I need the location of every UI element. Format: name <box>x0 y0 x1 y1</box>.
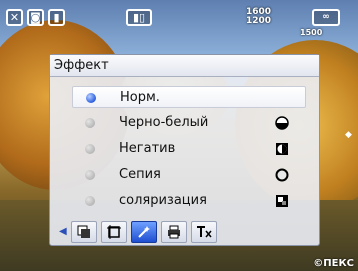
option-label: соляризация <box>119 193 207 208</box>
watermark: ©ПЕКС <box>313 258 354 269</box>
effect-option-solarization[interactable]: соляризация <box>72 190 306 212</box>
print-tab-icon[interactable] <box>161 221 187 243</box>
camera-mode-icon[interactable]: ◙ <box>27 8 44 26</box>
radio-icon <box>85 170 95 180</box>
effect-option-sepia[interactable]: Сепия <box>72 164 306 186</box>
half-circle-icon <box>275 116 289 130</box>
option-label: Черно-белый <box>119 115 209 130</box>
option-label: Негатив <box>119 141 176 156</box>
effect-option-negative[interactable]: Негатив <box>72 138 306 160</box>
negative-icon <box>276 143 288 155</box>
status-bar-right: ∞ <box>312 4 344 30</box>
status-bar-left: ✕ ◙ ▮ <box>6 4 69 30</box>
menu-title: Эффект <box>50 55 319 77</box>
toolbar-tabs: ◀ <box>59 221 309 243</box>
display-icon[interactable]: ▮ <box>48 8 65 26</box>
sepia-ring-icon <box>275 168 289 182</box>
effect-wand-icon[interactable] <box>131 221 157 243</box>
resolution-height: 1200 <box>246 16 272 26</box>
resolution-icon: 1600 1200 <box>246 8 271 26</box>
radio-icon <box>85 118 95 128</box>
text-size-icon[interactable] <box>191 221 217 243</box>
scroll-left-icon[interactable]: ◀ <box>59 226 67 237</box>
shots-remaining-icon: ∞ <box>312 8 340 26</box>
effect-menu: Эффект Норм. Черно-белый Негатив Сепия с… <box>49 54 320 246</box>
radio-selected-icon <box>86 93 96 103</box>
radio-icon <box>85 196 95 206</box>
option-label: Сепия <box>119 167 161 182</box>
battery-icon: ▮▯ <box>126 8 152 26</box>
shots-remaining: 1500 <box>300 28 323 37</box>
solarize-icon <box>276 195 288 207</box>
camera-viewfinder: ✕ ◙ ▮ ▮▯ 1600 1200 ∞ 1500 Эффект Норм. Ч… <box>0 0 358 271</box>
option-label: Норм. <box>120 90 160 105</box>
effect-option-normal[interactable]: Норм. <box>72 86 306 108</box>
status-bar-resolution: 1600 1200 <box>246 4 271 30</box>
radio-icon <box>85 144 95 154</box>
frame-tab-icon[interactable] <box>71 221 97 243</box>
side-marker-icon: ◆ <box>345 130 352 140</box>
effect-option-black-white[interactable]: Черно-белый <box>72 112 306 134</box>
crop-tab-icon[interactable] <box>101 221 127 243</box>
close-icon[interactable]: ✕ <box>6 8 23 26</box>
status-bar-center: ▮▯ <box>126 4 156 30</box>
